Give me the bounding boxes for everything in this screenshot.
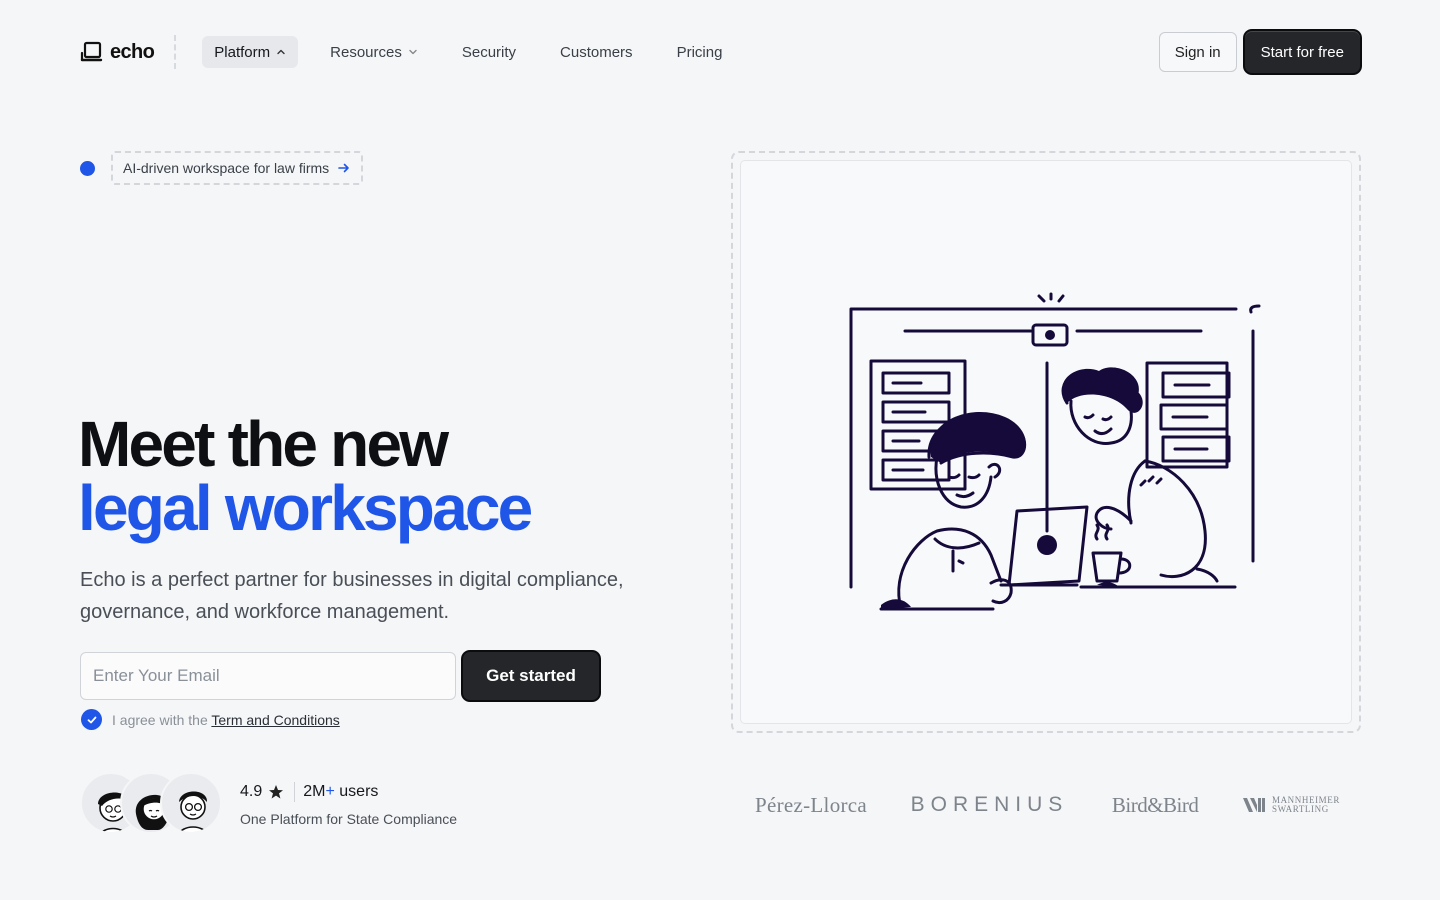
hero-title-line2: legal workspace [78, 472, 533, 544]
nav-item-security[interactable]: Security [450, 36, 528, 68]
hero-title-line1: Meet the new [78, 408, 449, 480]
client-logos: Pérez-Llorca BORENIUS Bird&Bird MANNHEIM… [755, 788, 1340, 822]
brand-logo[interactable]: echo [80, 32, 155, 72]
nav-actions: Sign in Start for free [1158, 31, 1360, 73]
nav-item-resources[interactable]: Resources [318, 36, 430, 68]
chevron-up-icon [277, 49, 285, 55]
get-started-button[interactable]: Get started [463, 652, 599, 700]
hero-title: Meet the new legal workspace [78, 408, 533, 544]
client-logo-perez-llorca: Pérez-Llorca [755, 792, 868, 817]
person-illustration-icon [179, 791, 208, 832]
top-nav: echo Platform Resources Security Custome… [80, 31, 1360, 73]
terms-checkbox[interactable] [81, 709, 102, 730]
user-avatars [80, 772, 224, 834]
nav-item-platform[interactable]: Platform [202, 36, 299, 68]
nav-links: Platform Resources Security Customers Pr… [202, 36, 750, 68]
terms-agreement: I agree with the Term and Conditions [81, 709, 340, 730]
client-logo-bird-and-bird: Bird&Bird [1111, 792, 1199, 817]
announcement-row: AI-driven workspace for law firms [80, 151, 364, 185]
brand-name: echo [110, 40, 155, 63]
hero-description: Echo is a perfect partner for businesses… [80, 569, 624, 623]
nav-item-label: Resources [330, 43, 402, 61]
announcement-badge[interactable]: AI-driven workspace for law firms [111, 151, 364, 185]
sign-in-button[interactable]: Sign in [1158, 32, 1237, 72]
nav-item-customers[interactable]: Customers [548, 36, 645, 68]
users-plus: + [325, 783, 335, 800]
star-icon [269, 785, 284, 799]
nav-item-label: Security [461, 43, 517, 61]
client-logo-borenius: BORENIUS [910, 793, 1069, 816]
mannheimer-mark-icon [1242, 798, 1265, 812]
status-dot [80, 160, 95, 176]
terms-link[interactable]: Term and Conditions [211, 712, 339, 728]
rating-separator [294, 782, 296, 802]
nav-item-pricing[interactable]: Pricing [665, 36, 735, 68]
checkmark-icon [87, 716, 96, 723]
avatar [160, 772, 222, 834]
email-input[interactable] [80, 652, 456, 700]
arrow-right-icon [338, 163, 349, 173]
rating-summary: 4.9 2M + users [240, 781, 378, 803]
client-logo-mannheimer-swartling: MANNHEIMER SWARTLING [1242, 796, 1340, 814]
announcement-text: AI-driven workspace for law firms [123, 160, 330, 176]
nav-item-label: Platform [214, 43, 271, 61]
chevron-down-icon [409, 49, 417, 55]
start-for-free-button[interactable]: Start for free [1244, 31, 1360, 73]
users-label: users [339, 783, 379, 800]
office-illustration-icon [849, 292, 1261, 611]
hero-illustration-panel [741, 161, 1351, 723]
users-count: 2M [303, 783, 326, 800]
mannheimer-line2: SWARTLING [1271, 804, 1329, 814]
rating-value: 4.9 [240, 783, 263, 800]
laptop-logo-icon [80, 41, 103, 62]
terms-prefix: I agree with the [112, 711, 208, 728]
nav-divider [174, 35, 177, 69]
social-proof-subline: One Platform for State Compliance [240, 811, 458, 827]
nav-item-label: Pricing [676, 43, 723, 61]
nav-item-label: Customers [560, 43, 633, 61]
hero-illustration-frame [731, 151, 1361, 733]
